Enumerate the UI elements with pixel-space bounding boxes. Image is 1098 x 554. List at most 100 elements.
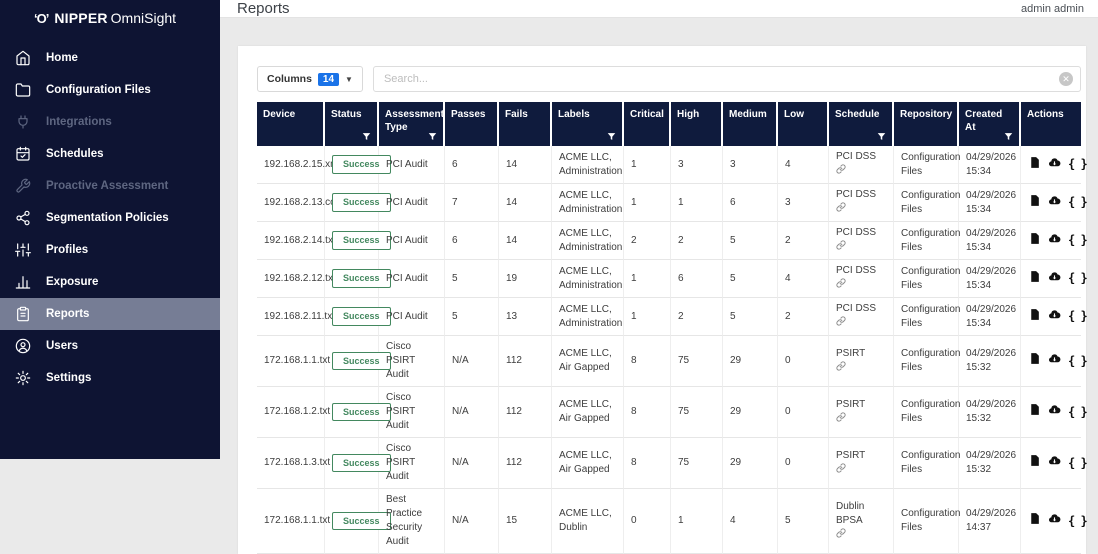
cell-labels: ACME LLC, Administration bbox=[552, 298, 624, 336]
report-document-icon[interactable] bbox=[1028, 352, 1041, 370]
json-braces-icon[interactable]: { } bbox=[1068, 513, 1088, 530]
cell-labels: ACME LLC, Dublin bbox=[552, 489, 624, 554]
sidebar-item-users[interactable]: Users bbox=[0, 330, 220, 362]
cell-created_at: 04/29/2026 15:32 bbox=[959, 438, 1021, 489]
download-cloud-icon[interactable] bbox=[1048, 270, 1061, 288]
schedule-link-icon[interactable] bbox=[836, 278, 846, 293]
schedule-name: PCI DSS bbox=[836, 303, 877, 314]
sidebar-item-proactive-assessment[interactable]: Proactive Assessment bbox=[0, 170, 220, 202]
download-cloud-icon[interactable] bbox=[1048, 156, 1061, 174]
schedule-link-icon[interactable] bbox=[836, 240, 846, 255]
status-badge[interactable]: Success bbox=[332, 307, 391, 326]
download-cloud-icon[interactable] bbox=[1048, 232, 1061, 250]
home-icon bbox=[0, 50, 46, 66]
status-badge[interactable]: Success bbox=[332, 453, 391, 473]
cell-device: 192.168.2.14.txt bbox=[257, 222, 336, 260]
sidebar-item-label: Configuration Files bbox=[46, 84, 151, 96]
report-document-icon[interactable] bbox=[1028, 232, 1041, 250]
report-document-icon[interactable] bbox=[1028, 454, 1041, 472]
report-document-icon[interactable] bbox=[1028, 512, 1041, 530]
schedule-link-icon[interactable] bbox=[836, 316, 846, 331]
download-cloud-icon[interactable] bbox=[1048, 403, 1061, 421]
cell-high: 75 bbox=[671, 336, 723, 387]
table-row: 172.168.1.2.txt Success Cisco PSIRT Audit N… bbox=[257, 387, 1088, 438]
cell-high: 75 bbox=[671, 438, 723, 489]
filter-funnel-icon[interactable] bbox=[428, 132, 437, 141]
sidebar-item-settings[interactable]: Settings bbox=[0, 362, 220, 394]
cell-device: 192.168.2.12.txt bbox=[257, 260, 336, 298]
schedule-link-icon[interactable] bbox=[836, 360, 846, 376]
json-braces-icon[interactable]: { } bbox=[1068, 353, 1088, 370]
cell-passes: 7 bbox=[445, 184, 499, 222]
schedule-link-icon[interactable] bbox=[836, 411, 846, 427]
report-document-icon[interactable] bbox=[1028, 403, 1041, 421]
download-cloud-icon[interactable] bbox=[1048, 454, 1061, 472]
filter-funnel-icon[interactable] bbox=[1004, 132, 1013, 141]
json-braces-icon[interactable]: { } bbox=[1068, 404, 1088, 421]
table-row: 192.168.2.11.txt Success PCI Audit 5 13 ACME … bbox=[257, 298, 1088, 336]
sidebar-nav: Home Configuration Files Integrations Sched… bbox=[0, 42, 220, 394]
download-cloud-icon[interactable] bbox=[1048, 512, 1061, 530]
column-header-created_at: Created At bbox=[959, 102, 1021, 146]
schedule-link-icon[interactable] bbox=[836, 462, 846, 478]
column-header-repository: Repository bbox=[894, 102, 959, 146]
status-badge[interactable]: Success bbox=[332, 231, 391, 250]
cell-fails: 112 bbox=[499, 438, 552, 489]
download-cloud-icon[interactable] bbox=[1048, 352, 1061, 370]
cell-medium: 5 bbox=[723, 298, 778, 336]
schedule-link-icon[interactable] bbox=[836, 527, 846, 543]
sidebar-item-home[interactable]: Home bbox=[0, 42, 220, 74]
search-input[interactable] bbox=[372, 66, 1081, 92]
json-braces-icon[interactable]: { } bbox=[1068, 194, 1088, 211]
cell-repository: Configuration Files bbox=[894, 387, 960, 438]
report-document-icon[interactable] bbox=[1028, 156, 1041, 174]
cell-device: 192.168.2.11.txt bbox=[257, 298, 335, 336]
json-braces-icon[interactable]: { } bbox=[1068, 232, 1088, 249]
sidebar-item-exposure[interactable]: Exposure bbox=[0, 266, 220, 298]
cell-high: 1 bbox=[671, 184, 723, 222]
sidebar-item-integrations[interactable]: Integrations bbox=[0, 106, 220, 138]
status-badge[interactable]: Success bbox=[332, 351, 391, 371]
json-braces-icon[interactable]: { } bbox=[1068, 308, 1088, 325]
cell-device: 192.168.2.15.xml bbox=[257, 146, 341, 184]
status-badge[interactable]: Success bbox=[332, 193, 391, 212]
status-badge[interactable]: Success bbox=[332, 511, 391, 531]
column-header-labels: Labels bbox=[552, 102, 624, 146]
json-braces-icon[interactable]: { } bbox=[1068, 455, 1088, 472]
cell-medium: 29 bbox=[723, 387, 778, 438]
brand-logo: ‘O’ NIPPER OmniSight bbox=[0, 0, 220, 36]
sidebar-item-segmentation-policies[interactable]: Segmentation Policies bbox=[0, 202, 220, 234]
cell-actions: { } bbox=[1021, 146, 1088, 184]
column-header-critical: Critical bbox=[624, 102, 671, 146]
status-badge[interactable]: Success bbox=[332, 402, 391, 422]
json-braces-icon[interactable]: { } bbox=[1068, 270, 1088, 287]
column-header-passes: Passes bbox=[445, 102, 499, 146]
report-document-icon[interactable] bbox=[1028, 308, 1041, 326]
table-row: 172.168.1.3.txt Success Cisco PSIRT Audit N… bbox=[257, 438, 1088, 489]
schedule-link-icon[interactable] bbox=[836, 164, 846, 179]
filter-funnel-icon[interactable] bbox=[877, 132, 886, 141]
cell-created_at: 04/29/2026 15:32 bbox=[959, 387, 1021, 438]
download-cloud-icon[interactable] bbox=[1048, 308, 1061, 326]
cell-fails: 19 bbox=[499, 260, 552, 298]
sidebar-item-reports[interactable]: Reports bbox=[0, 298, 220, 330]
reports-card: Columns 14 ▼ ✕ DeviceStatu bbox=[238, 46, 1088, 554]
report-document-icon[interactable] bbox=[1028, 194, 1041, 212]
report-document-icon[interactable] bbox=[1028, 270, 1041, 288]
columns-dropdown[interactable]: Columns 14 ▼ bbox=[257, 66, 363, 92]
user-menu[interactable]: admin admin bbox=[1021, 3, 1084, 15]
schedule-link-icon[interactable] bbox=[836, 202, 846, 217]
json-braces-icon[interactable]: { } bbox=[1068, 156, 1088, 173]
search-clear-icon[interactable]: ✕ bbox=[1059, 72, 1073, 86]
sidebar-item-schedules[interactable]: Schedules bbox=[0, 138, 220, 170]
sidebar-item-configuration-files[interactable]: Configuration Files bbox=[0, 74, 220, 106]
status-badge[interactable]: Success bbox=[332, 155, 391, 174]
column-label: Labels bbox=[558, 109, 590, 120]
cell-fails: 112 bbox=[499, 336, 552, 387]
download-cloud-icon[interactable] bbox=[1048, 194, 1061, 212]
cell-low: 4 bbox=[778, 146, 829, 184]
sidebar-item-profiles[interactable]: Profiles bbox=[0, 234, 220, 266]
filter-funnel-icon[interactable] bbox=[607, 132, 616, 141]
filter-funnel-icon[interactable] bbox=[362, 132, 371, 141]
status-badge[interactable]: Success bbox=[332, 269, 391, 288]
